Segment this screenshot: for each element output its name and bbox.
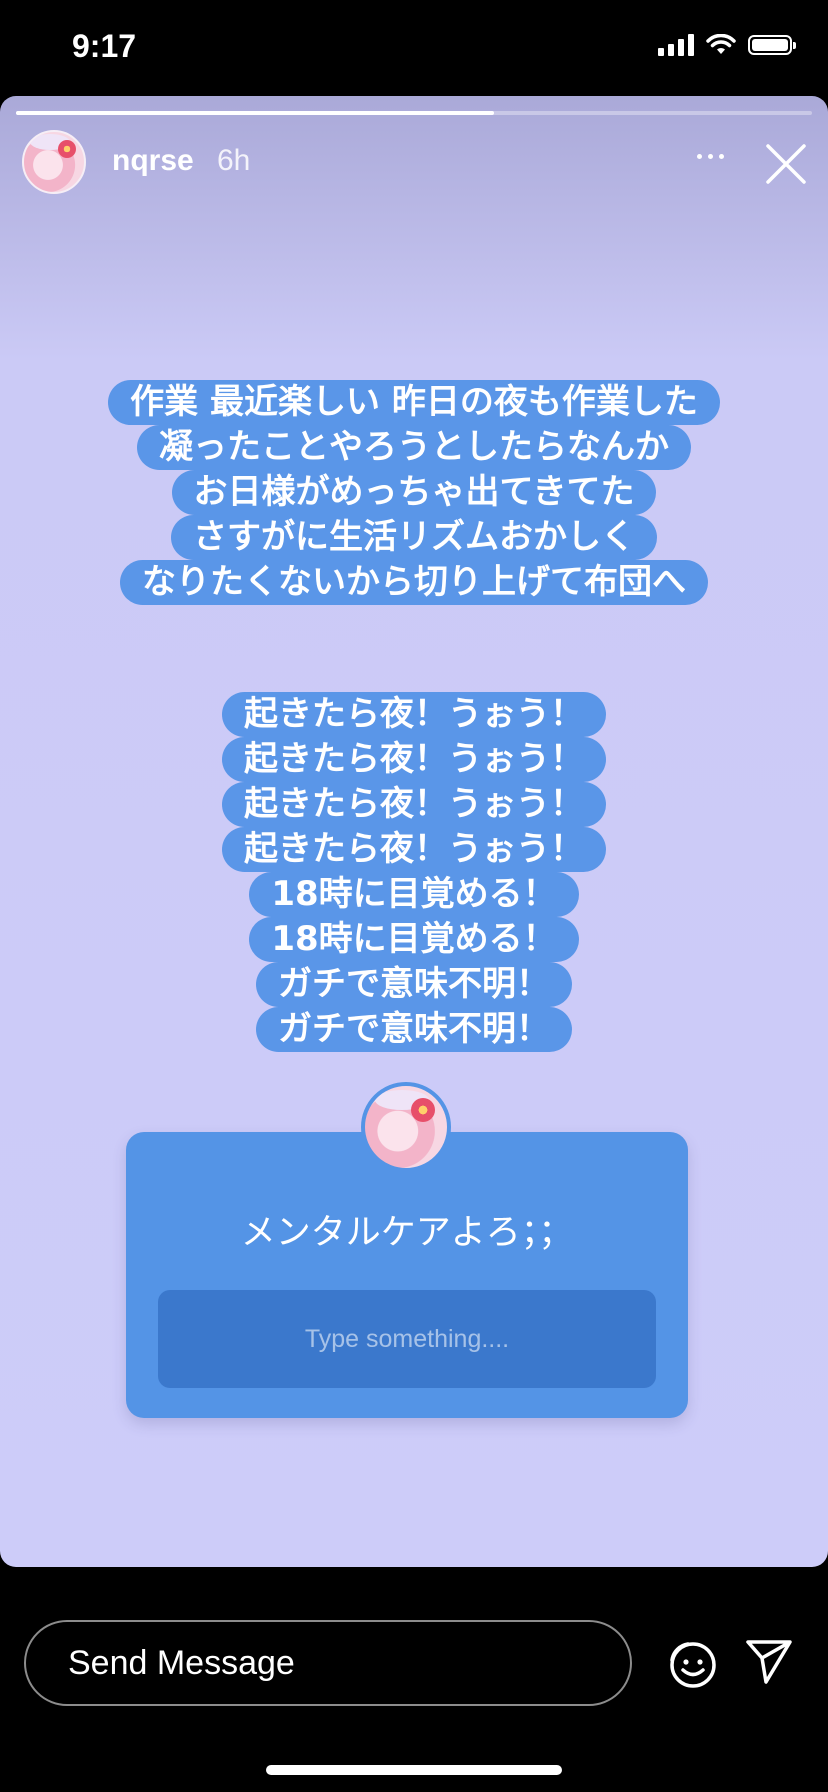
story-text-line: 起きたら夜！うぉう！ — [222, 692, 606, 737]
story-header: nqrse 6h — [22, 130, 828, 196]
user-avatar[interactable] — [22, 130, 86, 194]
question-answer-input[interactable]: Type something.... — [158, 1290, 656, 1388]
story-time-ago: 6h — [217, 144, 251, 177]
question-prompt: メンタルケアよろ；； — [240, 1213, 574, 1253]
story-progress-fill — [16, 111, 494, 115]
send-icon[interactable] — [744, 1636, 794, 1686]
send-message-input[interactable]: Send Message — [24, 1620, 632, 1706]
sticker-icon[interactable] — [664, 1636, 718, 1690]
story-text-line: 18時に目覚める！ — [249, 872, 579, 917]
story-text-block-1: 作業 最近楽しい 昨日の夜も作業した 凝ったことやろうとしたらなんか お日様がめ… — [0, 380, 828, 605]
story-progress-bar — [16, 111, 812, 115]
story-text-line: 起きたら夜！うぉう！ — [222, 737, 606, 782]
more-options-icon[interactable] — [697, 154, 724, 159]
status-time: 9:17 — [72, 28, 137, 64]
story-text-line: 凝ったことやろうとしたらなんか — [137, 425, 691, 470]
story-text-line: 起きたら夜！うぉう！ — [222, 827, 606, 872]
story-text-line: ガチで意味不明！ — [256, 962, 572, 1007]
story-viewer[interactable]: nqrse 6h 作業 最近楽しい 昨日の夜も作業した 凝ったことやろうとしたら… — [0, 96, 828, 1567]
story-text-line: なりたくないから切り上げて布団へ — [120, 560, 708, 605]
status-icons — [658, 34, 796, 56]
battery-icon — [748, 35, 796, 55]
wifi-icon — [706, 34, 736, 54]
story-text-line: 起きたら夜！うぉう！ — [222, 782, 606, 827]
home-indicator — [266, 1765, 562, 1775]
story-text-line: お日様がめっちゃ出てきてた — [171, 470, 657, 515]
story-username[interactable]: nqrse — [112, 144, 194, 178]
close-icon[interactable] — [764, 142, 808, 186]
cellular-signal-icon — [658, 34, 694, 56]
story-text-block-2: 起きたら夜！うぉう！ 起きたら夜！うぉう！ 起きたら夜！うぉう！ 起きたら夜！う… — [0, 692, 828, 1052]
story-text-line: 18時に目覚める！ — [249, 917, 579, 962]
question-sticker[interactable]: メンタルケアよろ；； Type something.... — [126, 1082, 688, 1418]
story-text-line: さすがに生活リズムおかしく — [171, 515, 657, 560]
story-text-line: 作業 最近楽しい 昨日の夜も作業した — [108, 380, 720, 425]
story-text-line: ガチで意味不明！ — [256, 1007, 572, 1052]
question-sticker-avatar — [361, 1082, 451, 1172]
